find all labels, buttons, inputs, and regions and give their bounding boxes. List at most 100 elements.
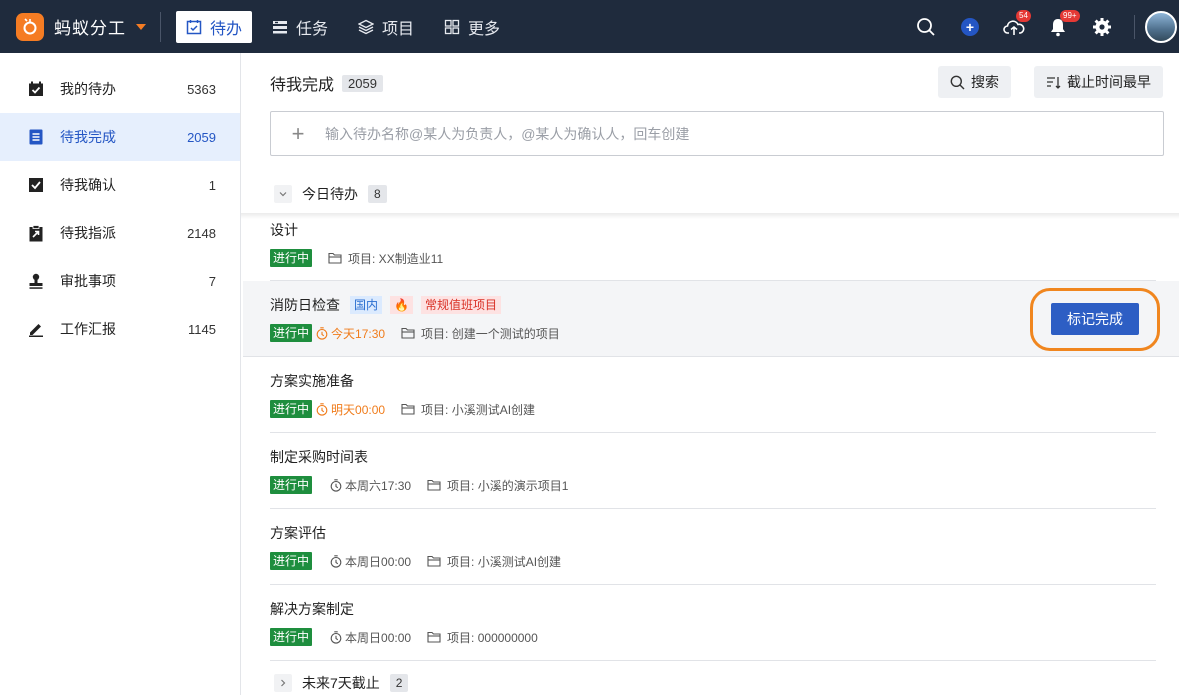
folder-icon	[427, 555, 441, 567]
nav-todo-label: 待办	[210, 20, 243, 38]
gear-icon	[1093, 17, 1111, 36]
sidebar: 我的待办 5363 待我完成 2059 待我确认 1 待我指派 2148 审批事…	[0, 53, 241, 695]
global-search-button[interactable]	[904, 0, 948, 53]
nav-tasks-label: 任务	[296, 20, 329, 38]
bell-badge: 99+	[1060, 10, 1080, 22]
sidebar-item-count: 7	[208, 273, 216, 289]
top-bar: 蚂蚁分工 待办 任务 项目 更多 + 54 99+	[0, 0, 1179, 53]
search-icon	[950, 75, 965, 90]
project-link[interactable]: 项目: XX制造业11	[328, 250, 443, 267]
page-count-badge: 2059	[342, 74, 383, 92]
tag-domestic: 国内	[350, 296, 383, 314]
task-meta: 进行中 明天00:00 项目: 小溪测试AI创建	[270, 400, 535, 418]
task-title: 设计	[270, 222, 298, 238]
project-link[interactable]: 项目: 创建一个测试的项目	[401, 325, 560, 342]
sidebar-item-count: 2059	[187, 129, 216, 145]
folder-icon	[427, 479, 441, 491]
plus-icon: +	[291, 120, 305, 146]
nav-more[interactable]: 更多	[434, 11, 510, 43]
task-meta: 进行中 本周日00:00 项目: 000000000	[270, 628, 538, 646]
sidebar-item-reports[interactable]: 工作汇报 1145	[0, 305, 240, 353]
checkbox-icon	[26, 177, 46, 193]
group-count: 8	[368, 185, 387, 203]
task-meta: 进行中 项目: XX制造业11	[270, 249, 443, 267]
tag-regular-duty: 常规值班项目	[420, 296, 501, 314]
quick-add-button[interactable]: +	[948, 0, 992, 53]
task-row[interactable]: 制定采购时间表 进行中 本周六17:30 项目: 小溪的演示项目1	[270, 433, 1156, 509]
sidebar-item-label: 待我指派	[60, 225, 116, 241]
timer-icon	[316, 326, 328, 340]
assign-icon	[26, 224, 46, 242]
sidebar-item-to-complete[interactable]: 待我完成 2059	[0, 113, 240, 161]
status-badge: 进行中	[270, 249, 313, 267]
search-button[interactable]: 搜索	[938, 66, 1011, 98]
project-name: 项目: 小溪的演示项目1	[447, 478, 569, 493]
due-date: 本周日00:00	[330, 629, 411, 646]
task-meta: 进行中 本周日00:00 项目: 小溪测试AI创建	[270, 552, 561, 570]
project-link[interactable]: 项目: 小溪测试AI创建	[401, 401, 535, 418]
project-name: 项目: XX制造业11	[348, 251, 444, 266]
sidebar-item-count: 2148	[187, 225, 216, 241]
timer-icon	[316, 402, 328, 416]
task-row[interactable]: 解决方案制定 进行中 本周日00:00 项目: 000000000	[270, 585, 1156, 661]
app-switcher[interactable]: 蚂蚁分工	[0, 0, 146, 53]
task-row[interactable]: 方案评估 进行中 本周日00:00 项目: 小溪测试AI创建	[270, 509, 1156, 585]
task-title: 消防日检查	[270, 297, 340, 313]
sidebar-item-label: 待我完成	[60, 129, 116, 145]
stamp-icon	[26, 273, 46, 289]
task-icon	[272, 19, 288, 35]
due-text: 本周日00:00	[345, 554, 412, 569]
status-badge: 进行中	[270, 476, 313, 494]
sort-button[interactable]: 截止时间最早	[1034, 66, 1163, 98]
folder-icon	[328, 252, 342, 264]
nav-tasks[interactable]: 任务	[262, 11, 338, 43]
task-row[interactable]: 方案实施准备 进行中 明天00:00 项目: 小溪测试AI创建	[270, 357, 1156, 433]
project-name: 项目: 000000000	[447, 630, 538, 645]
project-link[interactable]: 项目: 小溪测试AI创建	[427, 553, 561, 570]
calendar-check-icon	[26, 81, 46, 97]
due-date: 今天17:30	[316, 325, 385, 342]
timer-icon	[330, 478, 342, 492]
divider	[160, 11, 161, 42]
chevron-right-icon[interactable]	[274, 674, 292, 692]
doc-icon	[26, 129, 46, 145]
project-link[interactable]: 项目: 小溪的演示项目1	[427, 477, 568, 494]
folder-icon	[427, 631, 441, 643]
task-row[interactable]: 设计 进行中 项目: XX制造业11	[270, 205, 1156, 281]
cloud-button[interactable]: 54	[992, 0, 1036, 53]
due-text: 本周日00:00	[345, 630, 412, 645]
fire-icon: 🔥	[390, 296, 413, 314]
notifications-button[interactable]: 99+	[1036, 0, 1080, 53]
pen-icon	[26, 321, 46, 337]
due-text: 今天17:30	[331, 326, 386, 341]
due-text: 明天00:00	[331, 402, 386, 417]
timer-icon	[330, 554, 342, 568]
task-title: 方案实施准备	[270, 373, 354, 389]
sidebar-item-label: 我的待办	[60, 81, 116, 97]
sidebar-item-label: 审批事项	[60, 273, 116, 289]
nav-projects[interactable]: 项目	[348, 11, 424, 43]
chevron-down-icon[interactable]	[274, 185, 292, 203]
project-link[interactable]: 项目: 000000000	[427, 629, 538, 646]
group-count: 2	[389, 674, 409, 692]
status-badge: 进行中	[270, 400, 313, 418]
new-todo-input[interactable]	[325, 125, 1125, 142]
avatar[interactable]	[1145, 10, 1177, 43]
group-next-7-days[interactable]: 未来7天截止 2	[274, 673, 409, 693]
task-meta: 进行中 今天17:30 项目: 创建一个测试的项目	[270, 324, 560, 342]
group-today[interactable]: 今日待办 8	[274, 184, 387, 204]
sidebar-item-approvals[interactable]: 审批事项 7	[0, 257, 240, 305]
due-date: 本周日00:00	[330, 553, 411, 570]
page-header: 待我完成 2059	[270, 71, 383, 95]
main-nav: 待办 任务 项目 更多	[176, 10, 520, 43]
sidebar-item-label: 待我确认	[60, 177, 116, 193]
caret-down-icon[interactable]	[136, 23, 146, 30]
task-title: 解决方案制定	[270, 601, 354, 617]
sidebar-item-to-confirm[interactable]: 待我确认 1	[0, 161, 240, 209]
sidebar-item-my-todo[interactable]: 我的待办 5363	[0, 65, 240, 113]
top-actions: + 54 99+	[904, 0, 1179, 53]
nav-todo[interactable]: 待办	[176, 10, 253, 43]
settings-button[interactable]	[1080, 0, 1124, 53]
task-meta: 进行中 本周六17:30 项目: 小溪的演示项目1	[270, 476, 568, 494]
sidebar-item-to-assign[interactable]: 待我指派 2148	[0, 209, 240, 257]
